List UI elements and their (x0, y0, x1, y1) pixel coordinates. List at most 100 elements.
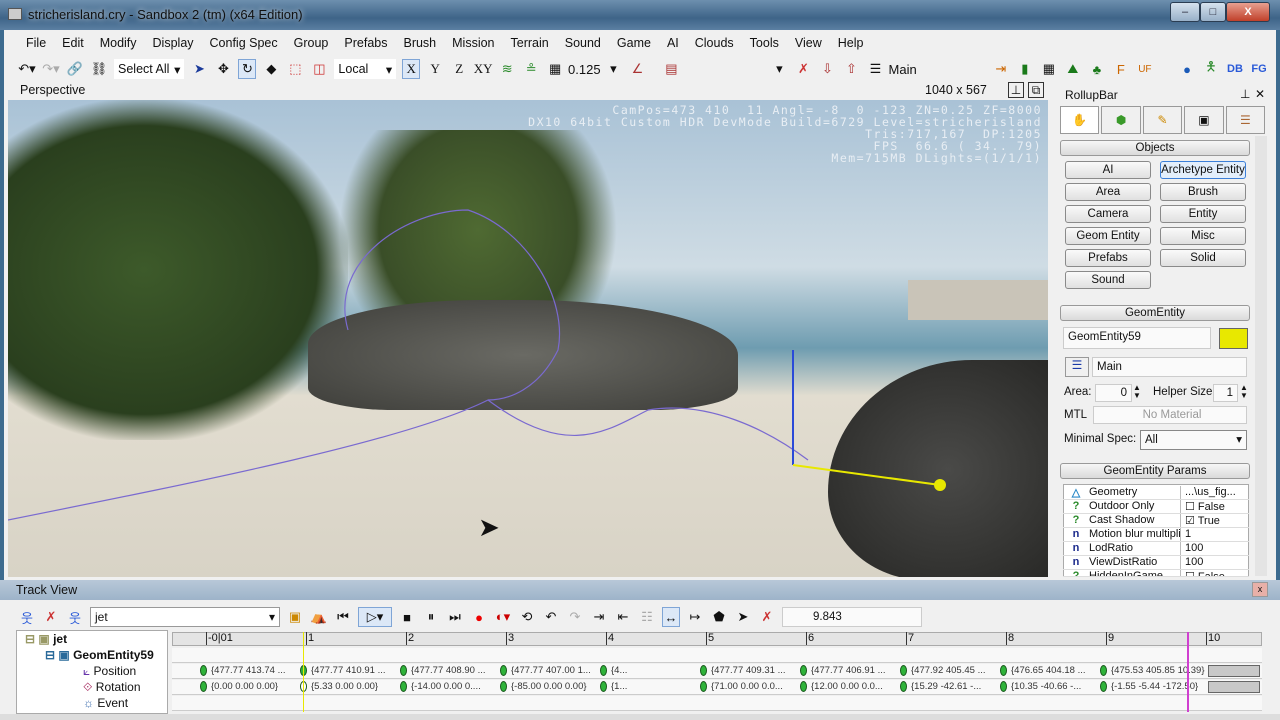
param-value[interactable]: ...\us_fig... (1181, 486, 1236, 499)
display-tab-icon[interactable]: ▣ (1184, 106, 1224, 134)
chevron-down-icon[interactable]: ▾ (604, 59, 622, 79)
keyframe-icon[interactable] (200, 665, 207, 676)
select-frame-icon[interactable]: ◫ (310, 59, 328, 79)
keyframe-icon[interactable] (200, 681, 207, 692)
redo-icon[interactable]: ↷ (566, 607, 584, 627)
select-region-icon[interactable]: ⬚ (286, 59, 304, 79)
param-value[interactable]: ☑ True (1181, 514, 1220, 527)
selection-dropdown[interactable]: Select All ▾ (114, 59, 185, 79)
layer-icon[interactable]: ☰ (1065, 357, 1089, 377)
select-keys-icon[interactable]: ➤ (734, 607, 752, 627)
delete-layer-icon[interactable]: ✗ (794, 59, 812, 79)
object-snap-icon[interactable]: ≗ (522, 59, 540, 79)
sound-button[interactable]: Sound (1065, 271, 1151, 289)
param-row[interactable]: n LodRatio 100 (1063, 542, 1249, 556)
pause-icon[interactable]: ⏸ (422, 607, 440, 627)
geomentity-params-header[interactable]: GeomEntity Params (1060, 463, 1250, 479)
axis-x-button[interactable]: X (402, 59, 421, 79)
solid-button[interactable]: Solid (1160, 249, 1246, 267)
undo-icon[interactable]: ↶▾ (18, 59, 36, 79)
add-key-icon[interactable]: ⇥ (590, 607, 608, 627)
go-to-start-icon[interactable]: ⏮ (334, 607, 352, 627)
viewport-label[interactable]: Perspective (20, 83, 85, 97)
goto-icon[interactable]: ⇥ (992, 59, 1010, 79)
keyframe-icon[interactable] (900, 665, 907, 676)
param-row[interactable]: △ Geometry ...\us_fig... (1063, 486, 1249, 500)
param-value[interactable]: 100 (1181, 556, 1203, 569)
time-cursor[interactable] (1187, 632, 1189, 712)
terrain-icon[interactable]: ⛰ (1064, 59, 1082, 79)
keyframe-icon[interactable] (700, 681, 707, 692)
param-value[interactable]: 100 (1181, 542, 1203, 555)
f-icon[interactable]: F (1112, 59, 1130, 79)
stop-icon[interactable]: ■ (398, 607, 416, 627)
camera-icon[interactable]: ⛺ (310, 607, 328, 627)
close-button[interactable]: X (1226, 2, 1270, 22)
slide-keys-icon[interactable]: ↦ (686, 607, 704, 627)
objects-tab-icon[interactable]: ✋ (1060, 106, 1100, 134)
rollup-scrollbar[interactable] (1255, 136, 1267, 576)
play-button[interactable]: ▷▾ (358, 607, 392, 627)
entity-color-swatch[interactable] (1219, 328, 1248, 349)
node-list-icon[interactable]: 웃 (66, 607, 84, 627)
layer-field[interactable]: Main (1092, 357, 1247, 377)
menu-help[interactable]: Help (830, 34, 872, 52)
tree-item-rotation[interactable]: ⟐ Rotation (83, 680, 141, 695)
menu-view[interactable]: View (787, 34, 830, 52)
list-icon[interactable]: ▤ (662, 59, 680, 79)
keyframe-icon[interactable] (700, 665, 707, 676)
auto-record-icon[interactable]: ◐▾ (494, 607, 512, 627)
keyframe-icon[interactable] (600, 681, 607, 692)
ai-button[interactable]: AI (1065, 161, 1151, 179)
unlink-icon[interactable]: ⛓ (90, 59, 108, 79)
track-row-position[interactable]: {477.77 413.74 ... {477.77 410.91 ... {477… (172, 664, 1262, 679)
add-sequence-icon[interactable]: ▣ (286, 607, 304, 627)
sequence-dropdown[interactable]: jet ▾ (90, 607, 280, 627)
menu-display[interactable]: Display (145, 34, 202, 52)
db-button[interactable]: DB (1226, 59, 1244, 79)
go-to-end-icon[interactable]: ⏭ (446, 607, 464, 627)
camera-button[interactable]: Camera (1065, 205, 1151, 223)
grid-icon[interactable]: ▦ (546, 59, 564, 79)
menu-ai[interactable]: AI (659, 34, 687, 52)
align-icon[interactable]: ▮ (1016, 59, 1034, 79)
track-row-event[interactable] (172, 696, 1262, 711)
chevron-down-icon[interactable]: ▾ (770, 59, 788, 79)
track-row-entity[interactable] (172, 648, 1262, 663)
param-value[interactable]: 1 (1181, 528, 1191, 541)
angle-snap-icon[interactable]: ∠ (628, 59, 646, 79)
character-icon[interactable]: 🯅 (1202, 59, 1220, 79)
menu-sound[interactable]: Sound (557, 34, 609, 52)
keyframe-icon[interactable] (900, 681, 907, 692)
tree-item-position[interactable]: ⟀ Position (83, 664, 136, 679)
redo-icon[interactable]: ↷▾ (42, 59, 60, 79)
menu-config-spec[interactable]: Config Spec (202, 34, 286, 52)
brush-button[interactable]: Brush (1160, 183, 1246, 201)
scale-icon[interactable]: ◆ (262, 59, 280, 79)
terrain-snap-icon[interactable]: ≋ (498, 59, 516, 79)
prefabs-button[interactable]: Prefabs (1065, 249, 1151, 267)
pin-icon[interactable]: ⊥ (1240, 87, 1250, 101)
minimize-button[interactable]: – (1170, 2, 1200, 22)
track-row-rotation[interactable]: {0.00 0.00 0.00} {5.33 0.00 0.00} {-14.00 … (172, 680, 1262, 695)
select-icon[interactable]: ➤ (190, 59, 208, 79)
param-row[interactable]: ? HiddenInGame☐ False (1063, 570, 1249, 577)
rotate-icon[interactable]: ↻ (238, 59, 257, 79)
keyframe-icon[interactable] (800, 681, 807, 692)
minimal-spec-dropdown[interactable]: All ▾ (1140, 430, 1247, 450)
keyframe-icon[interactable] (500, 665, 507, 676)
keyframe-icon[interactable] (1100, 665, 1107, 676)
maximize-viewport-icon[interactable]: ⧉ (1028, 82, 1044, 98)
link-icon[interactable]: 🔗 (66, 59, 84, 79)
scale-keys-icon[interactable]: ↔ (662, 607, 680, 627)
menu-modify[interactable]: Modify (92, 34, 145, 52)
fg-button[interactable]: FG (1250, 59, 1268, 79)
layer-value[interactable]: Main (889, 59, 917, 79)
entity-button[interactable]: Entity (1160, 205, 1246, 223)
menu-terrain[interactable]: Terrain (503, 34, 557, 52)
menu-tools[interactable]: Tools (742, 34, 787, 52)
menu-brush[interactable]: Brush (395, 34, 444, 52)
tree-item-geomentity[interactable]: ⊟ ▣ GeomEntity59 (45, 648, 154, 662)
menu-clouds[interactable]: Clouds (687, 34, 742, 52)
layers-tab-icon[interactable]: ☰ (1225, 106, 1266, 134)
